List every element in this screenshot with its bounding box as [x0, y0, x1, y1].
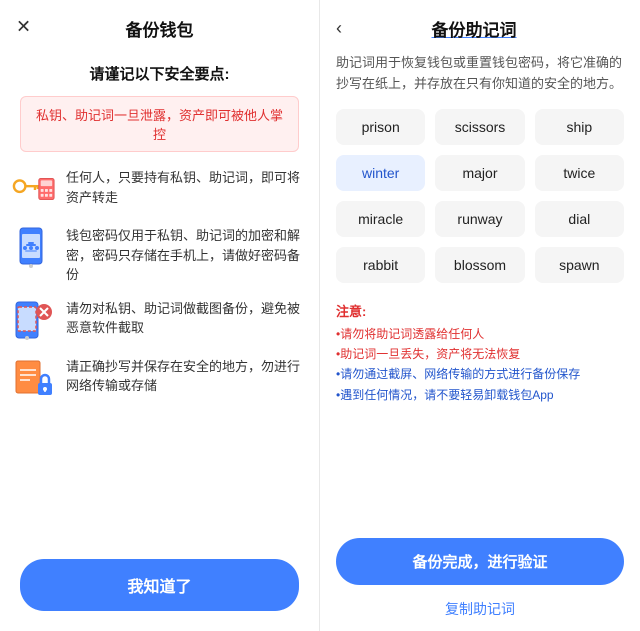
word-chip: ship [535, 109, 624, 145]
right-bottom: 备份完成，进行验证 复制助记词 [320, 528, 640, 631]
notes-item: 遇到任何情况，请不要轻易卸载钱包App [336, 385, 624, 405]
warning-banner: 私钥、助记词一旦泄露，资产即可被他人掌控 [20, 96, 299, 152]
notes-item: 请勿将助记词透露给任何人 [336, 324, 624, 344]
right-title: 备份助记词 [350, 16, 598, 41]
note-safe-icon [12, 357, 56, 401]
notes-item: 助记词一旦丢失，资产将无法恢复 [336, 344, 624, 364]
left-bottom: 我知道了 [0, 545, 319, 631]
word-chip: major [435, 155, 524, 191]
security-item-1-text: 任何人，只要持有私钥、助记词，即可将资产转走 [66, 168, 307, 207]
word-chip: rabbit [336, 247, 425, 283]
notes-section: 注意: 请勿将助记词透露给任何人助记词一旦丢失，资产将无法恢复请勿通过截屏、网络… [320, 297, 640, 416]
security-item-3: 请勿对私钥、助记词做截图备份，避免被恶意软件截取 [12, 299, 307, 343]
left-panel: ✕ 备份钱包 请谨记以下安全要点: 私钥、助记词一旦泄露，资产即可被他人掌控 [0, 0, 320, 631]
word-chip: spawn [535, 247, 624, 283]
left-header: ✕ 备份钱包 [0, 0, 319, 53]
close-icon[interactable]: ✕ [16, 16, 31, 37]
security-list: 任何人，只要持有私钥、助记词，即可将资产转走 钱包密码仅用于私钥、助记词 [0, 168, 319, 545]
notes-item: 请勿通过截屏、网络传输的方式进行备份保存 [336, 364, 624, 384]
security-item-4: 请正确抄写并保存在安全的地方，勿进行网络传输或存储 [12, 357, 307, 401]
i-know-button[interactable]: 我知道了 [20, 559, 299, 611]
security-item-4-text: 请正确抄写并保存在安全的地方，勿进行网络传输或存储 [66, 357, 307, 396]
word-chip: runway [435, 201, 524, 237]
left-subtitle: 请谨记以下安全要点: [90, 63, 230, 84]
right-header: ‹ 备份助记词 [320, 0, 640, 53]
word-chip: scissors [435, 109, 524, 145]
security-item-1: 任何人，只要持有私钥、助记词，即可将资产转走 [12, 168, 307, 212]
phone-scissors-icon [12, 299, 56, 343]
word-chip: twice [535, 155, 624, 191]
notes-title: 注意: [336, 301, 624, 320]
word-chip: miracle [336, 201, 425, 237]
word-chip: prison [336, 109, 425, 145]
word-chip: blossom [435, 247, 524, 283]
back-icon[interactable]: ‹ [336, 18, 342, 39]
phone-lock-icon [12, 226, 56, 270]
left-title: 备份钱包 [126, 16, 194, 41]
complete-button[interactable]: 备份完成，进行验证 [336, 538, 624, 585]
word-chip: winter [336, 155, 425, 191]
security-item-3-text: 请勿对私钥、助记词做截图备份，避免被恶意软件截取 [66, 299, 307, 338]
security-item-2: 钱包密码仅用于私钥、助记词的加密和解密，密码只存储在手机上，请做好密码备份 [12, 226, 307, 285]
right-description: 助记词用于恢复钱包或重置钱包密码，将它准确的抄写在纸上，并存放在只有你知道的安全… [320, 53, 640, 109]
key-wallet-icon [12, 168, 56, 212]
word-grid: prison scissors ship winter major twice miracl… [320, 109, 640, 297]
word-chip: dial [535, 201, 624, 237]
security-item-2-text: 钱包密码仅用于私钥、助记词的加密和解密，密码只存储在手机上，请做好密码备份 [66, 226, 307, 285]
copy-mnemonic-button[interactable]: 复制助记词 [336, 595, 624, 623]
right-panel: ‹ 备份助记词 助记词用于恢复钱包或重置钱包密码，将它准确的抄写在纸上，并存放在… [320, 0, 640, 631]
